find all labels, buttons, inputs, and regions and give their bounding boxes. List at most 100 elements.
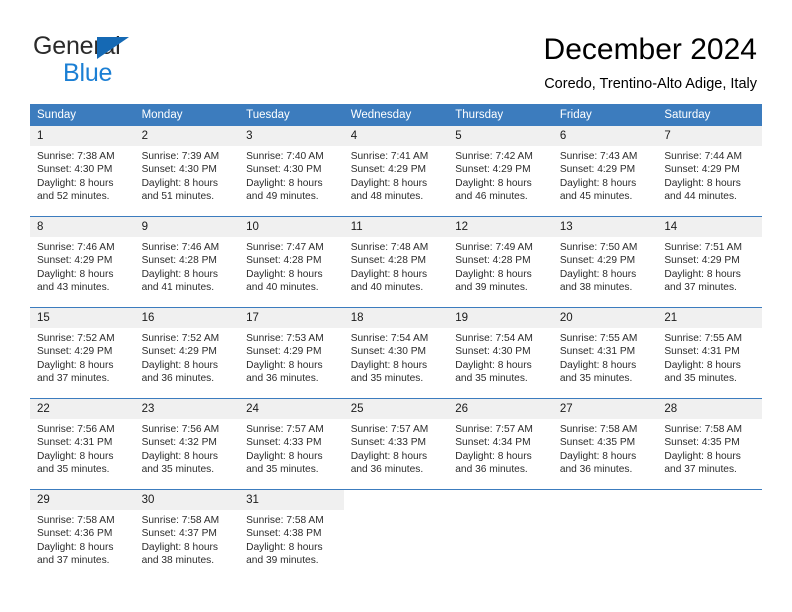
day-details: Sunrise: 7:46 AM Sunset: 4:29 PM Daylight:… [30,237,135,295]
calendar-page: General Blue December 2024 Coredo, Trent… [0,0,792,612]
sunset-text: Sunset: 4:28 PM [246,255,322,267]
calendar-day-cell[interactable]: 2 Sunrise: 7:39 AM Sunset: 4:30 PM Daylight… [134,126,240,217]
day-number: 21 [657,308,762,328]
calendar-day-cell[interactable]: 20 Sunrise: 7:55 AM Sunset: 4:31 PM Dayligh… [552,307,658,399]
sunrise-text: Sunrise: 7:55 AM [559,333,638,344]
daylight-text-line2: and 51 minutes. [141,191,215,203]
sunrise-text: Sunrise: 7:49 AM [455,242,533,253]
sunrise-text: Sunrise: 7:50 AM [559,242,638,253]
day-number: 18 [343,308,449,328]
calendar-day-cell[interactable]: 10 Sunrise: 7:47 AM Sunset: 4:28 PM Dayligh… [239,216,344,308]
calendar-day-cell[interactable]: 23 Sunrise: 7:56 AM Sunset: 4:32 PM Dayligh… [134,398,240,490]
daylight-text-line2: and 38 minutes. [559,282,633,294]
calendar-day-cell[interactable]: 24 Sunrise: 7:57 AM Sunset: 4:33 PM Dayligh… [239,398,344,490]
day-number: 31 [239,490,344,510]
calendar-week-row: 8 Sunrise: 7:46 AM Sunset: 4:29 PM Daylight… [30,216,762,308]
daylight-text-line2: and 35 minutes. [37,464,110,476]
calendar-day-cell[interactable]: 3 Sunrise: 7:40 AM Sunset: 4:30 PM Daylight… [239,126,344,217]
sunset-text: Sunset: 4:28 PM [350,255,427,267]
daylight-text-line2: and 38 minutes. [141,555,215,567]
daylight-text-line1: Daylight: 8 hours [350,450,428,462]
daylight-text-line1: Daylight: 8 hours [246,450,323,462]
calendar-day-cell[interactable]: 14 Sunrise: 7:51 AM Sunset: 4:29 PM Dayligh… [657,216,762,308]
daylight-text-line1: Daylight: 8 hours [559,177,637,189]
sunrise-text: Sunrise: 7:58 AM [141,515,220,526]
sunset-text: Sunset: 4:36 PM [37,528,113,540]
sunrise-text: Sunrise: 7:42 AM [455,151,533,162]
sunset-text: Sunset: 4:29 PM [664,164,740,176]
calendar-day-cell[interactable]: 12 Sunrise: 7:49 AM Sunset: 4:28 PM Dayligh… [448,216,553,308]
calendar-day-cell[interactable]: 29 Sunrise: 7:58 AM Sunset: 4:36 PM Dayligh… [30,489,135,580]
day-number: 9 [134,217,240,237]
day-details: Sunrise: 7:58 AM Sunset: 4:36 PM Daylight:… [30,510,135,568]
sunset-text: Sunset: 4:35 PM [664,437,740,449]
calendar-day-cell[interactable]: 4 Sunrise: 7:41 AM Sunset: 4:29 PM Daylight… [343,126,449,217]
sunrise-text: Sunrise: 7:48 AM [350,242,429,253]
calendar-day-cell[interactable]: 9 Sunrise: 7:46 AM Sunset: 4:28 PM Daylight… [134,216,240,308]
sunset-text: Sunset: 4:37 PM [141,528,217,540]
daylight-text-line1: Daylight: 8 hours [141,450,219,462]
page-title: December 2024 [543,33,757,66]
sunrise-text: Sunrise: 7:47 AM [246,242,324,253]
calendar-day-cell[interactable]: 27 Sunrise: 7:58 AM Sunset: 4:35 PM Dayligh… [552,398,658,490]
sunrise-text: Sunrise: 7:58 AM [37,515,115,526]
calendar-day-cell[interactable]: 19 Sunrise: 7:54 AM Sunset: 4:30 PM Dayligh… [448,307,553,399]
day-number: 8 [30,217,135,237]
calendar-day-cell[interactable]: 11 Sunrise: 7:48 AM Sunset: 4:28 PM Dayligh… [343,216,449,308]
calendar-day-cell[interactable]: 13 Sunrise: 7:50 AM Sunset: 4:29 PM Dayligh… [552,216,658,308]
calendar-day-cell[interactable]: 16 Sunrise: 7:52 AM Sunset: 4:29 PM Dayligh… [134,307,240,399]
calendar-day-cell[interactable]: 31 Sunrise: 7:58 AM Sunset: 4:38 PM Dayligh… [239,489,344,580]
day-details: Sunrise: 7:51 AM Sunset: 4:29 PM Daylight:… [657,237,762,295]
sunrise-text: Sunrise: 7:56 AM [141,424,220,435]
sunset-text: Sunset: 4:33 PM [350,437,427,449]
sunrise-text: Sunrise: 7:58 AM [559,424,638,435]
sunrise-text: Sunrise: 7:46 AM [37,242,115,253]
sunrise-text: Sunrise: 7:39 AM [141,151,220,162]
day-number: 4 [343,126,449,146]
weekday-header-tuesday: Tuesday [239,104,344,126]
sunset-text: Sunset: 4:29 PM [37,346,113,358]
day-number: 10 [239,217,344,237]
day-number: 3 [239,126,344,146]
sunrise-text: Sunrise: 7:54 AM [455,333,533,344]
daylight-text-line1: Daylight: 8 hours [559,268,637,280]
day-details: Sunrise: 7:56 AM Sunset: 4:32 PM Daylight:… [135,419,240,477]
calendar-day-cell[interactable]: 26 Sunrise: 7:57 AM Sunset: 4:34 PM Dayligh… [448,398,553,490]
calendar-day-cell[interactable]: 25 Sunrise: 7:57 AM Sunset: 4:33 PM Dayligh… [343,398,449,490]
daylight-text-line1: Daylight: 8 hours [37,450,114,462]
day-details: Sunrise: 7:54 AM Sunset: 4:30 PM Daylight:… [448,328,553,386]
weekday-header-wednesday: Wednesday [343,104,449,126]
sunset-text: Sunset: 4:29 PM [37,255,113,267]
calendar-day-cell[interactable]: 15 Sunrise: 7:52 AM Sunset: 4:29 PM Dayligh… [30,307,135,399]
calendar-day-cell[interactable]: 7 Sunrise: 7:44 AM Sunset: 4:29 PM Daylight… [657,126,762,217]
calendar-day-cell[interactable]: 28 Sunrise: 7:58 AM Sunset: 4:35 PM Dayligh… [657,398,762,490]
calendar-day-cell[interactable]: 21 Sunrise: 7:55 AM Sunset: 4:31 PM Dayligh… [657,307,762,399]
day-details: Sunrise: 7:43 AM Sunset: 4:29 PM Daylight:… [553,146,658,204]
calendar-day-cell[interactable]: 5 Sunrise: 7:42 AM Sunset: 4:29 PM Daylight… [448,126,553,217]
day-details: Sunrise: 7:56 AM Sunset: 4:31 PM Daylight:… [30,419,135,477]
calendar-day-cell[interactable]: 22 Sunrise: 7:56 AM Sunset: 4:31 PM Dayligh… [30,398,135,490]
page-header: General Blue December 2024 Coredo, Trent… [0,0,792,100]
daylight-text-line1: Daylight: 8 hours [559,450,637,462]
calendar-grid: Sunday Monday Tuesday Wednesday Thursday… [30,104,762,580]
calendar-day-cell[interactable]: 18 Sunrise: 7:54 AM Sunset: 4:30 PM Dayligh… [343,307,449,399]
day-details: Sunrise: 7:44 AM Sunset: 4:29 PM Daylight:… [657,146,762,204]
daylight-text-line2: and 40 minutes. [246,282,319,294]
day-details: Sunrise: 7:46 AM Sunset: 4:28 PM Daylight:… [135,237,240,295]
logo-text-blue: Blue [63,59,113,87]
day-number: 22 [30,399,135,419]
calendar-day-cell[interactable]: 1 Sunrise: 7:38 AM Sunset: 4:30 PM Daylight… [30,126,135,217]
calendar-day-cell[interactable]: 17 Sunrise: 7:53 AM Sunset: 4:29 PM Dayligh… [239,307,344,399]
sunrise-text: Sunrise: 7:41 AM [350,151,429,162]
weekday-header-saturday: Saturday [657,104,762,126]
calendar-day-cell[interactable]: 8 Sunrise: 7:46 AM Sunset: 4:29 PM Daylight… [30,216,135,308]
calendar-day-cell-empty [343,489,449,580]
sunrise-text: Sunrise: 7:53 AM [246,333,324,344]
sunset-text: Sunset: 4:35 PM [559,437,636,449]
day-details: Sunrise: 7:55 AM Sunset: 4:31 PM Daylight:… [553,328,658,386]
calendar-day-cell[interactable]: 30 Sunrise: 7:58 AM Sunset: 4:37 PM Dayligh… [134,489,240,580]
sunrise-text: Sunrise: 7:46 AM [141,242,220,253]
day-details: Sunrise: 7:57 AM Sunset: 4:34 PM Daylight:… [448,419,553,477]
calendar-day-cell[interactable]: 6 Sunrise: 7:43 AM Sunset: 4:29 PM Daylight… [552,126,658,217]
daylight-text-line2: and 43 minutes. [37,282,110,294]
